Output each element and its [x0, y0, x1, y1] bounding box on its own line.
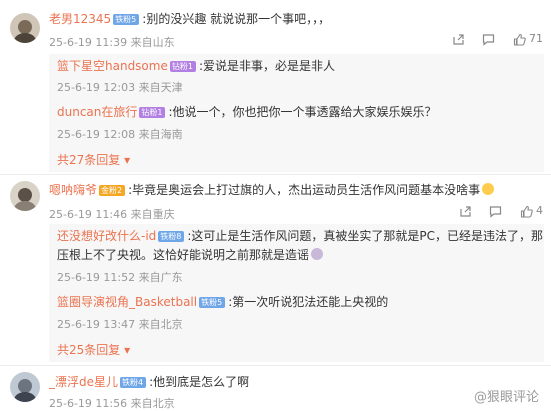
comment-text: :毕竟是奥运会上打过旗的人，杰出运动员生活作风问题基本没啥事	[128, 183, 481, 197]
reply-2: 篮圈导演视角_Basketball 铁粉5:第一次听说犯法还能上央视的	[57, 293, 388, 311]
reply-1: 篮下星空handsome 钻粉1:爱说是非事，必是是非人	[57, 57, 335, 75]
comment-text: :别的没兴趣 就说说那一个事吧，，，	[142, 12, 331, 26]
reply-date: 25-6-19 13:47	[57, 318, 136, 331]
reply-text: :第一次听说犯法还能上央视的	[228, 295, 389, 309]
reply-block: 篮下星空handsome 钻粉1:爱说是非事，必是是非人 25-6-19 12:0…	[49, 54, 544, 172]
comment-actions: 4	[445, 204, 543, 218]
divider	[0, 365, 551, 366]
share-icon[interactable]	[459, 204, 472, 218]
more-replies-label: 共27条回复	[57, 153, 121, 167]
fan-badge: 铁粉5	[113, 14, 140, 25]
reply-username-link[interactable]: 还没想好改什么-id	[57, 229, 156, 243]
fan-badge: 铁粉8	[158, 231, 185, 242]
reply-username-link[interactable]: 篮圈导演视角_Basketball	[57, 295, 197, 309]
like-button[interactable]: 4	[520, 204, 543, 218]
reply-text: :这可止是生活作风问题，真被坐实了那就是PC，已经是违法了，那	[187, 229, 544, 243]
fan-badge: 金粉2	[99, 185, 126, 196]
comment-text-line: 嗯呐嗨爷 金粉2:毕竟是奥运会上打过旗的人，杰出运动员生活作风问题基本没啥事	[49, 182, 495, 198]
avatar[interactable]	[10, 13, 40, 43]
comment-date: 25-6-19 11:56	[49, 397, 128, 410]
comment-actions: 71	[438, 32, 543, 46]
comment-icon[interactable]	[482, 32, 495, 46]
comment-location: 来自山东	[130, 36, 175, 49]
reply-1: 还没想好改什么-id 铁粉8:这可止是生活作风问题，真被坐实了那就是PC，已经是违…	[57, 227, 543, 245]
reply-text: :他说一个，你也把你一个事透露给大家娱乐娱乐？	[168, 105, 437, 119]
reply-location: 来自北京	[138, 318, 183, 331]
share-icon[interactable]	[452, 32, 465, 46]
chevron-down-icon: ▾	[124, 343, 131, 357]
username-link[interactable]: 老男12345	[49, 12, 111, 26]
fan-badge: 铁粉5	[199, 297, 226, 308]
reply-meta: 25-6-19 11:52 来自广东	[57, 269, 183, 285]
reply-date: 25-6-19 12:08	[57, 128, 136, 141]
comment-text: :他到底是怎么了啊	[149, 375, 250, 389]
reply-date: 25-6-19 11:52	[57, 271, 136, 284]
comment-meta: 25-6-19 11:46 来自重庆	[49, 206, 175, 222]
fan-badge: 钻粉1	[139, 107, 166, 118]
reply-location: 来自广东	[138, 271, 183, 284]
smile-emoji-icon	[482, 183, 495, 195]
reply-meta: 25-6-19 12:03 来自天津	[57, 79, 183, 95]
avatar[interactable]	[10, 372, 40, 402]
reply-username-link[interactable]: 篮下星空handsome	[57, 59, 168, 73]
reply-location: 来自天津	[138, 81, 183, 94]
comment-location: 来自北京	[130, 397, 175, 410]
more-replies-label: 共25条回复	[57, 343, 121, 357]
like-count: 4	[536, 204, 543, 218]
comment-meta: 25-6-19 11:56 来自北京	[49, 395, 175, 411]
thumbs-up-icon	[520, 205, 533, 218]
like-count: 71	[529, 32, 543, 46]
avatar[interactable]	[10, 181, 40, 211]
reply-2: duncan在旅行 钻粉1:他说一个，你也把你一个事透露给大家娱乐娱乐？	[57, 103, 437, 121]
more-replies-link[interactable]: 共27条回复 ▾	[57, 151, 130, 168]
reply-username-link[interactable]: duncan在旅行	[57, 105, 137, 119]
comment-date: 25-6-19 11:39	[49, 36, 128, 49]
reply-block: 还没想好改什么-id 铁粉8:这可止是生活作风问题，真被坐实了那就是PC，已经是违…	[49, 224, 544, 362]
thumbs-up-icon	[513, 33, 526, 46]
reply-text-continued: 压根上不了央视。这恰好能说明之前那就是造谣	[57, 248, 310, 262]
comment-date: 25-6-19 11:46	[49, 208, 128, 221]
fan-badge: 钻粉1	[169, 61, 196, 72]
more-replies-link[interactable]: 共25条回复 ▾	[57, 341, 130, 358]
username-link[interactable]: _漂浮de星儿	[49, 375, 118, 389]
comment-text-line: _漂浮de星儿 铁粉4:他到底是怎么了啊	[49, 374, 249, 390]
comment-meta: 25-6-19 11:39 来自山东	[49, 34, 175, 50]
fan-badge: 铁粉4	[120, 377, 147, 388]
face-emoji-icon	[311, 248, 324, 260]
reply-1-continued: 压根上不了央视。这恰好能说明之前那就是造谣	[57, 246, 324, 264]
reply-location: 来自海南	[138, 128, 183, 141]
divider	[0, 174, 551, 175]
username-link[interactable]: 嗯呐嗨爷	[49, 183, 97, 197]
reply-text: :爱说是非事，必是是非人	[198, 59, 335, 73]
reply-date: 25-6-19 12:03	[57, 81, 136, 94]
reply-meta: 25-6-19 13:47 来自北京	[57, 316, 183, 332]
like-button[interactable]: 71	[513, 32, 543, 46]
reply-meta: 25-6-19 12:08 来自海南	[57, 126, 183, 142]
comment-text-line: 老男12345 铁粉5:别的没兴趣 就说说那一个事吧，，，	[49, 11, 330, 27]
watermark: @狠眼评论	[473, 390, 539, 405]
comment-icon[interactable]	[489, 204, 502, 218]
comment-location: 来自重庆	[130, 208, 175, 221]
chevron-down-icon: ▾	[124, 153, 131, 167]
